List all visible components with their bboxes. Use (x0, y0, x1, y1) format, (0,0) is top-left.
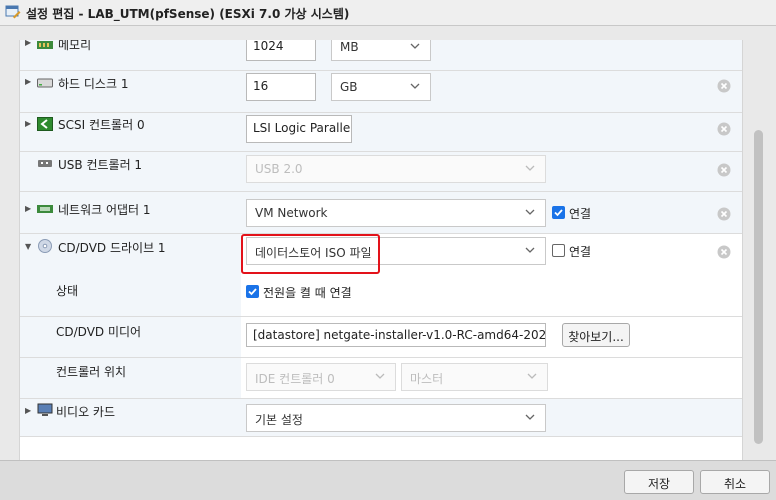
window-title: 설정 편집 - LAB_UTM(pfSense) (ESXi 7.0 가상 시스… (26, 7, 350, 21)
cancel-button[interactable]: 취소 (700, 470, 770, 494)
chevron-down-icon (375, 373, 385, 379)
row-video-card: ▶ 비디오 카드 기본 설정 (20, 399, 742, 437)
chevron-down-icon (527, 373, 537, 379)
row-status: 상태 전원을 켤 때 연결 (20, 276, 742, 317)
usb-type-select: USB 2.0 (246, 155, 546, 183)
network-adapter-icon (37, 205, 53, 213)
dialog-footer: 저장 취소 (0, 460, 776, 500)
power-on-connect-label: 전원을 켤 때 연결 (263, 286, 352, 300)
memory-size-input[interactable]: 1024 (246, 40, 316, 61)
cd-dvd-connect-checkbox[interactable] (552, 244, 565, 257)
row-label: 메모리 (58, 40, 92, 52)
cd-dvd-icon (38, 239, 52, 253)
expand-caret[interactable]: ▶ (25, 77, 31, 86)
row-cd-dvd-drive: ▼ CD/DVD 드라이브 1 데이터스토어 ISO 파일 연결 (20, 234, 742, 276)
scsi-controller-icon (37, 117, 53, 131)
expand-caret[interactable]: ▶ (25, 119, 31, 128)
chevron-down-icon (525, 165, 535, 171)
row-label: 컨트롤러 위치 (56, 365, 127, 379)
chevron-down-icon (525, 414, 535, 420)
chevron-down-icon (525, 209, 535, 215)
row-label: USB 컨트롤러 1 (58, 158, 143, 172)
save-button[interactable]: 저장 (624, 470, 694, 494)
video-card-select[interactable]: 기본 설정 (246, 404, 546, 432)
hard-disk-icon (37, 78, 53, 88)
row-label: 상태 (56, 284, 79, 298)
expand-caret[interactable]: ▶ (25, 204, 31, 213)
iso-path-input[interactable]: [datastore] netgate-installer-v1.0-RC-am… (246, 323, 546, 347)
chevron-down-icon (410, 83, 420, 89)
row-label: CD/DVD 미디어 (56, 325, 142, 339)
video-card-icon (37, 403, 53, 416)
remove-icon[interactable] (717, 207, 731, 221)
settings-area: ▶ 메모리 1024 MB ▶ 하드 디스크 1 16 GB ▶ SCSI 컨트… (0, 26, 776, 470)
row-memory: ▶ 메모리 1024 MB (20, 40, 742, 71)
vm-edit-icon (5, 5, 21, 19)
scsi-type-select[interactable]: LSI Logic Parallel (246, 115, 352, 143)
usb-icon (38, 160, 52, 167)
row-hard-disk: ▶ 하드 디스크 1 16 GB (20, 71, 742, 113)
network-connect-checkbox[interactable] (552, 206, 565, 219)
collapse-caret[interactable]: ▼ (25, 242, 31, 251)
row-cd-dvd-media: CD/DVD 미디어 [datastore] netgate-installer… (20, 317, 742, 358)
scrollbar-thumb[interactable] (754, 130, 763, 444)
row-usb-controller: USB 컨트롤러 1 USB 2.0 (20, 152, 742, 192)
remove-icon[interactable] (717, 122, 731, 136)
row-controller-location: 컨트롤러 위치 IDE 컨트롤러 0 마스터 (20, 358, 742, 399)
remove-icon[interactable] (717, 79, 731, 93)
vertical-scrollbar[interactable] (750, 40, 764, 460)
disk-unit-select[interactable]: GB (331, 73, 431, 101)
row-label: CD/DVD 드라이브 1 (58, 241, 166, 255)
browse-button[interactable]: 찾아보기... (562, 323, 630, 347)
remove-icon[interactable] (717, 163, 731, 177)
ide-position-select: 마스터 (401, 363, 548, 391)
highlight-box (241, 234, 380, 274)
virtual-hardware-panel: ▶ 메모리 1024 MB ▶ 하드 디스크 1 16 GB ▶ SCSI 컨트… (19, 40, 743, 470)
network-select[interactable]: VM Network (246, 199, 546, 227)
power-on-connect-checkbox[interactable] (246, 285, 259, 298)
expand-caret[interactable]: ▶ (25, 406, 31, 415)
expand-caret[interactable]: ▶ (25, 40, 31, 47)
window-titlebar: 설정 편집 - LAB_UTM(pfSense) (ESXi 7.0 가상 시스… (0, 0, 776, 26)
row-label: 네트워크 어댑터 1 (58, 203, 151, 217)
disk-size-input[interactable]: 16 (246, 73, 316, 101)
network-connect-label: 연결 (569, 207, 592, 221)
remove-icon[interactable] (717, 245, 731, 259)
cd-dvd-connect-label: 연결 (569, 245, 592, 259)
memory-icon (37, 41, 53, 49)
chevron-down-icon (410, 43, 420, 49)
row-label: 비디오 카드 (56, 405, 116, 419)
row-label: SCSI 컨트롤러 0 (58, 118, 145, 132)
ide-controller-select: IDE 컨트롤러 0 (246, 363, 396, 391)
chevron-down-icon (525, 247, 535, 253)
row-network-adapter: ▶ 네트워크 어댑터 1 VM Network 연결 (20, 192, 742, 234)
memory-unit-select[interactable]: MB (331, 40, 431, 61)
row-scsi-controller: ▶ SCSI 컨트롤러 0 LSI Logic Parallel (20, 113, 742, 152)
row-label: 하드 디스크 1 (58, 77, 129, 91)
